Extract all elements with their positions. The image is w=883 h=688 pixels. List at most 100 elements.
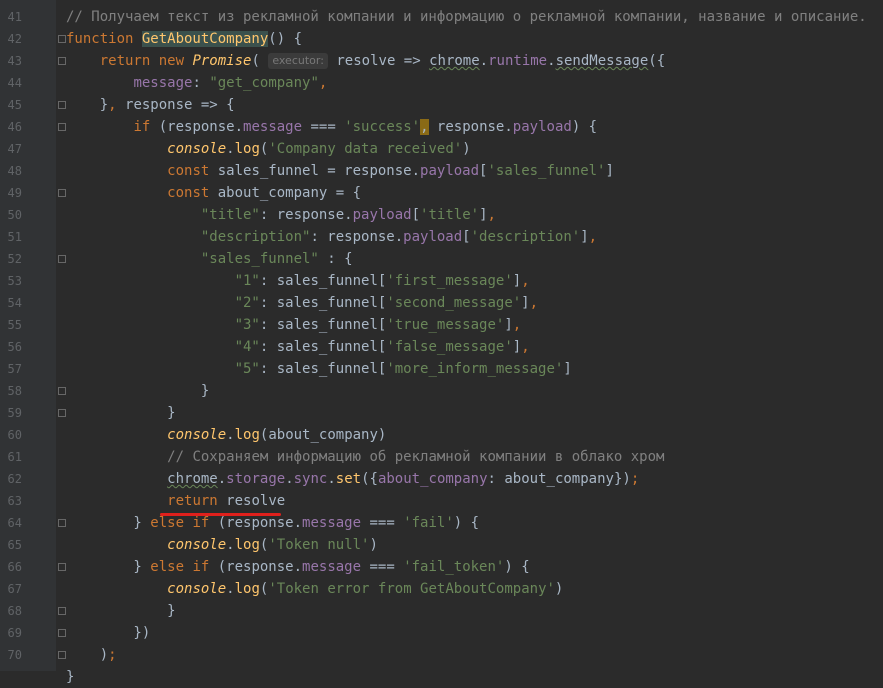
line-number: 43	[7, 54, 22, 68]
code-token: return new	[99, 53, 193, 69]
code-line[interactable]: 61 // Сохраняем информацию об рекламной …	[0, 446, 883, 468]
code-token: ) {	[504, 559, 530, 575]
code-line[interactable]: 44 message: "get_company",	[0, 72, 883, 94]
code-line[interactable]: 52 "sales_funnel" : {	[0, 248, 883, 270]
code-token: chrome	[429, 53, 480, 69]
fold-marker-icon[interactable]	[58, 629, 66, 637]
line-number: 64	[7, 516, 22, 530]
code-text: if (response.message === 'success', resp…	[66, 116, 597, 138]
line-number: 60	[7, 428, 22, 442]
line-number: 61	[7, 450, 22, 464]
code-line[interactable]: 70 );	[0, 644, 883, 666]
fold-marker-icon[interactable]	[58, 123, 66, 131]
fold-marker-icon[interactable]	[58, 101, 66, 109]
code-line[interactable]: 62 chrome.storage.sync.set({about_compan…	[0, 468, 883, 490]
code-line[interactable]: }	[0, 666, 883, 688]
code-line[interactable]: 42 function GetAboutCompany() {	[0, 28, 883, 50]
code-text: }	[66, 380, 209, 402]
code-line[interactable]: 47 console.log('Company data received')	[0, 138, 883, 160]
code-token: 'sales_funnel'	[487, 163, 606, 179]
code-line[interactable]: 45 }, response => {	[0, 94, 883, 116]
line-number: 54	[7, 296, 22, 310]
code-line[interactable]: 53 "1": sales_funnel['first_message'],	[0, 270, 883, 292]
code-token: console	[167, 581, 227, 597]
code-line[interactable]: 46 if (response.message === 'success', r…	[0, 116, 883, 138]
fold-marker-icon[interactable]	[58, 563, 66, 571]
fold-marker-icon[interactable]	[58, 35, 66, 43]
code-token: // Сохраняем информацию об рекламной ком…	[167, 449, 665, 465]
code-token: runtime	[488, 53, 548, 69]
code-token: }	[66, 383, 210, 399]
fold-marker-icon[interactable]	[58, 651, 66, 659]
code-token: payload	[512, 119, 572, 135]
line-number: 45	[7, 98, 22, 112]
line-number: 66	[7, 560, 22, 574]
code-token: "5"	[234, 361, 260, 377]
code-token: response => {	[116, 97, 235, 113]
code-token: : response.	[259, 207, 353, 223]
code-token: ({	[361, 471, 378, 487]
code-token: )	[462, 141, 471, 157]
code-line[interactable]: 50 "title": response.payload['title'],	[0, 204, 883, 226]
line-number: 62	[7, 472, 22, 486]
code-line[interactable]: 43 return new Promise( executor: resolve…	[0, 50, 883, 72]
code-line[interactable]: 59 }	[0, 402, 883, 424]
code-token: ,	[521, 273, 530, 289]
code-token: "description"	[200, 229, 311, 245]
code-line[interactable]: 48 const sales_funnel = response.payload…	[0, 160, 883, 182]
fold-marker-icon[interactable]	[58, 519, 66, 527]
code-token: console	[167, 537, 227, 553]
code-token: ]	[580, 229, 589, 245]
code-token: message	[243, 119, 303, 135]
code-line[interactable]: 51 "description": response.payload['desc…	[0, 226, 883, 248]
fold-marker-icon[interactable]	[58, 607, 66, 615]
code-line[interactable]: 66 } else if (response.message === 'fail…	[0, 556, 883, 578]
fold-marker-icon[interactable]	[58, 189, 66, 197]
code-token: .	[285, 471, 294, 487]
fold-marker-icon[interactable]	[58, 387, 66, 395]
code-token: message	[302, 559, 362, 575]
code-text: "1": sales_funnel['first_message'],	[66, 270, 530, 292]
code-line[interactable]: 57 "5": sales_funnel['more_inform_messag…	[0, 358, 883, 380]
code-line[interactable]: 69 })	[0, 622, 883, 644]
code-token: console	[167, 427, 227, 443]
code-token: .	[479, 53, 489, 69]
code-line[interactable]: 41 // Получаем текст из рекламной компани…	[0, 6, 883, 28]
code-line[interactable]: 65 console.log('Token null')	[0, 534, 883, 556]
line-number: 44	[7, 76, 22, 90]
code-token: function	[66, 31, 142, 47]
code-text: function GetAboutCompany() {	[66, 28, 302, 50]
code-token: 'false_message'	[386, 339, 513, 355]
code-token: : sales_funnel[	[259, 339, 387, 355]
code-token: ,	[487, 207, 496, 223]
code-line[interactable]: 54 "2": sales_funnel['second_message'],	[0, 292, 883, 314]
code-token: )	[554, 581, 564, 597]
fold-marker-icon[interactable]	[58, 255, 66, 263]
code-line[interactable]: 68 }	[0, 600, 883, 622]
code-text: }	[66, 666, 74, 688]
code-line[interactable]: 56 "4": sales_funnel['false_message'],	[0, 336, 883, 358]
code-token: "title"	[200, 207, 260, 223]
code-token: set	[335, 471, 362, 487]
fold-marker-icon[interactable]	[58, 409, 66, 417]
code-token: ,	[318, 75, 328, 91]
line-number: 58	[7, 384, 22, 398]
code-line[interactable]: 67 console.log('Token error from GetAbou…	[0, 578, 883, 600]
code-token: ,	[529, 295, 539, 311]
code-text: const sales_funnel = response.payload['s…	[66, 160, 614, 182]
code-line[interactable]: 58 }	[0, 380, 883, 402]
code-line[interactable]: 60 console.log(about_company)	[0, 424, 883, 446]
code-line[interactable]: 55 "3": sales_funnel['true_message'],	[0, 314, 883, 336]
fold-marker-icon[interactable]	[58, 57, 66, 65]
code-token: }	[66, 97, 109, 113]
code-line[interactable]: 63 return resolve	[0, 490, 883, 512]
code-text: "sales_funnel" : {	[66, 248, 353, 270]
code-line[interactable]: 49 const about_company = {	[0, 182, 883, 204]
code-line[interactable]: 64 } else if (response.message === 'fail…	[0, 512, 883, 534]
